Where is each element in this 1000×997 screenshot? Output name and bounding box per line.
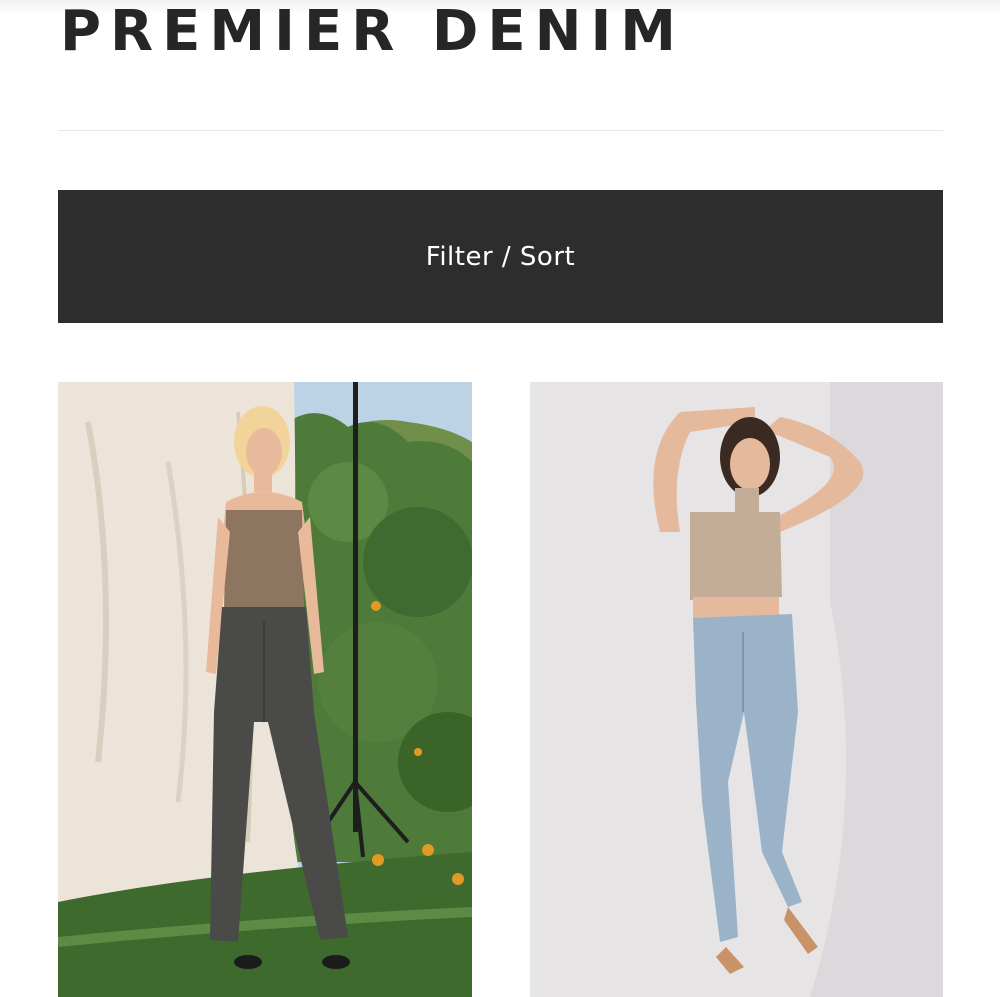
filter-sort-button[interactable]: Filter / Sort [58, 190, 943, 323]
divider [58, 130, 943, 131]
product-image[interactable] [530, 382, 943, 997]
page-title: PREMIER DENIM [60, 0, 686, 64]
product-card[interactable] [58, 382, 472, 997]
product-image[interactable] [58, 382, 472, 997]
product-card[interactable] [530, 382, 943, 997]
